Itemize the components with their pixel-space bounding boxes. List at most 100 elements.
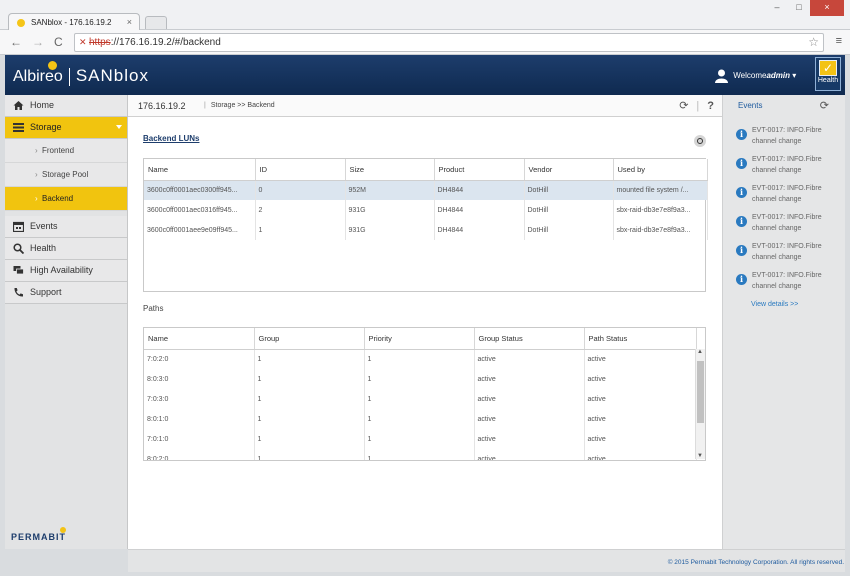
- sidebar-subitem-storage-pool[interactable]: › Storage Pool: [5, 163, 127, 187]
- table-row[interactable]: 7:0:1:0 1 1 active active: [144, 429, 697, 449]
- address-bar[interactable]: ✕ https://176.16.19.2/#/backend ☆: [74, 33, 824, 52]
- sidebar-subitem-backend[interactable]: › Backend: [5, 187, 127, 211]
- sidebar-item-label: Events: [30, 221, 58, 231]
- maximize-icon[interactable]: □: [788, 0, 810, 16]
- window-close-icon[interactable]: ×: [810, 0, 844, 16]
- table-cell: sbx-raid-db3e7e8f9a3...: [613, 220, 708, 240]
- browser-menu-icon[interactable]: ≡: [836, 35, 842, 47]
- breadcrumb-pipe: |: [204, 102, 206, 109]
- backend-luns-title[interactable]: Backend LUNs: [143, 134, 199, 143]
- column-header[interactable]: Path Status: [584, 328, 697, 350]
- table-cell: 1: [254, 409, 365, 429]
- column-header[interactable]: Size: [345, 159, 435, 181]
- forward-icon[interactable]: →: [32, 35, 44, 49]
- minimize-icon[interactable]: –: [766, 0, 788, 16]
- scrollbar-thumb[interactable]: [697, 361, 704, 423]
- calendar-icon: [13, 221, 24, 232]
- event-item[interactable]: i EVT-0017: INFO.Fibre channel change: [736, 154, 838, 180]
- table-cell: 3600c0ff0001aec0316ff945...: [144, 200, 256, 220]
- user-caret-icon: ▾: [792, 71, 797, 81]
- brand-logo[interactable]: Albireo SANblox: [13, 61, 149, 86]
- table-cell: active: [584, 389, 697, 409]
- sidebar-item-storage[interactable]: Storage: [5, 117, 127, 139]
- table-row[interactable]: 3600c0ff0001aee9e09ff945... 1 931G DH484…: [144, 220, 708, 240]
- insecure-lock-icon[interactable]: ✕: [79, 37, 87, 48]
- app-header: Albireo SANblox Welcomeadmin ▾ ✓ Health: [5, 55, 845, 95]
- column-header[interactable]: ID: [255, 159, 346, 181]
- back-icon[interactable]: ←: [10, 35, 22, 49]
- info-icon: i: [736, 274, 747, 285]
- table-row[interactable]: 8:0:1:0 1 1 active active: [144, 409, 697, 429]
- list-icon: [13, 123, 24, 132]
- sidebar-footer: PERMABIT: [5, 521, 128, 549]
- column-header[interactable]: Group: [254, 328, 365, 350]
- paths-table: Name Group Priority Group Status Path St…: [143, 327, 706, 461]
- table-cell: 1: [364, 449, 475, 460]
- sidebar-subitem-frontend[interactable]: › Frontend: [5, 139, 127, 163]
- health-label: Health: [817, 77, 839, 84]
- table-row[interactable]: 7:0:3:0 1 1 active active: [144, 389, 697, 409]
- table-cell: 7:0:3:0: [144, 389, 255, 409]
- sidebar-item-support[interactable]: Support: [5, 282, 127, 304]
- sidebar-item-health[interactable]: Health: [5, 238, 127, 260]
- column-header[interactable]: Group Status: [474, 328, 585, 350]
- table-row[interactable]: 7:0:2:0 1 1 active active: [144, 349, 697, 369]
- browser-titlebar: SANblox - 176.16.19.2 × – □ ×: [0, 0, 850, 31]
- event-item[interactable]: i EVT-0017: INFO.Fibre channel change: [736, 183, 838, 209]
- table-cell: active: [584, 409, 697, 429]
- sidebar-item-label: Storage: [30, 122, 62, 132]
- event-text: EVT-0017: INFO.Fibre channel change: [752, 214, 822, 232]
- table-row[interactable]: 3600c0ff0001aec0300ff945... 0 952M DH484…: [144, 180, 708, 200]
- tab-close-icon[interactable]: ×: [127, 17, 132, 27]
- event-text: EVT-0017: INFO.Fibre channel change: [752, 243, 822, 261]
- health-button[interactable]: ✓ Health: [815, 57, 841, 91]
- table-cell: active: [474, 429, 585, 449]
- backend-luns-table: Name ID Size Product Vendor Used by 3600…: [143, 158, 708, 292]
- sidebar-subitem-label: Backend: [42, 194, 74, 203]
- window-controls: – □ ×: [766, 0, 844, 17]
- search-icon[interactable]: [694, 135, 706, 147]
- scroll-down-icon[interactable]: ▼: [697, 453, 703, 459]
- user-menu[interactable]: Welcomeadmin ▾: [715, 69, 796, 83]
- new-tab-button[interactable]: [145, 16, 167, 29]
- event-text: EVT-0017: INFO.Fibre channel change: [752, 156, 822, 174]
- table-cell: 1: [364, 409, 475, 429]
- table-cell: 1: [254, 369, 365, 389]
- table-cell: mounted file system /...: [613, 180, 708, 200]
- browser-tab[interactable]: SANblox - 176.16.19.2 ×: [8, 13, 140, 31]
- scroll-up-icon[interactable]: ▲: [697, 349, 703, 355]
- table-cell: 1: [364, 389, 475, 409]
- events-panel: Events ⟳ i EVT-0017: INFO.Fibre channel …: [722, 95, 845, 549]
- reload-icon[interactable]: C: [54, 35, 63, 49]
- refresh-icon[interactable]: ⟳: [679, 100, 688, 112]
- column-header[interactable]: Used by: [613, 159, 708, 181]
- bookmark-star-icon[interactable]: ☆: [808, 35, 819, 49]
- table-cell: 1: [255, 220, 346, 240]
- sidebar-item-events[interactable]: Events: [5, 216, 127, 238]
- event-item[interactable]: i EVT-0017: INFO.Fibre channel change: [736, 241, 838, 267]
- main-panel: 176.16.19.2 | Storage >> Backend ⟳ |? Back…: [128, 95, 722, 549]
- table-cell: 1: [364, 349, 475, 369]
- column-header[interactable]: Product: [434, 159, 525, 181]
- events-refresh-icon[interactable]: ⟳: [820, 99, 829, 112]
- event-item[interactable]: i EVT-0017: INFO.Fibre channel change: [736, 270, 838, 296]
- url-text[interactable]: https://176.16.19.2/#/backend: [89, 37, 221, 48]
- table-row[interactable]: 8:0:3:0 1 1 active active: [144, 369, 697, 389]
- column-header[interactable]: Vendor: [524, 159, 614, 181]
- url-rest: ://176.16.19.2/#/backend: [110, 37, 221, 48]
- help-icon[interactable]: ?: [707, 100, 714, 112]
- table-row[interactable]: 8:0:2:0 1 1 active active: [144, 449, 697, 460]
- table-header-row: Name Group Priority Group Status Path St…: [144, 328, 697, 350]
- paths-scrollbar[interactable]: ▲ ▼: [695, 349, 705, 459]
- sidebar-item-high-availability[interactable]: High Availability: [5, 260, 127, 282]
- event-item[interactable]: i EVT-0017: INFO.Fibre channel change: [736, 212, 838, 238]
- table-row[interactable]: 3600c0ff0001aec0316ff945... 2 931G DH484…: [144, 200, 708, 220]
- column-header[interactable]: Name: [144, 159, 256, 181]
- sidebar-item-home[interactable]: Home: [5, 95, 127, 117]
- column-header[interactable]: Priority: [364, 328, 475, 350]
- breadcrumb: 176.16.19.2 | Storage >> Backend ⟳ |?: [128, 95, 722, 117]
- event-item[interactable]: i EVT-0017: INFO.Fibre channel change: [736, 125, 838, 151]
- view-details-link[interactable]: View details >>: [751, 301, 798, 308]
- column-header[interactable]: Name: [144, 328, 255, 350]
- product-name: SANblox: [75, 66, 149, 85]
